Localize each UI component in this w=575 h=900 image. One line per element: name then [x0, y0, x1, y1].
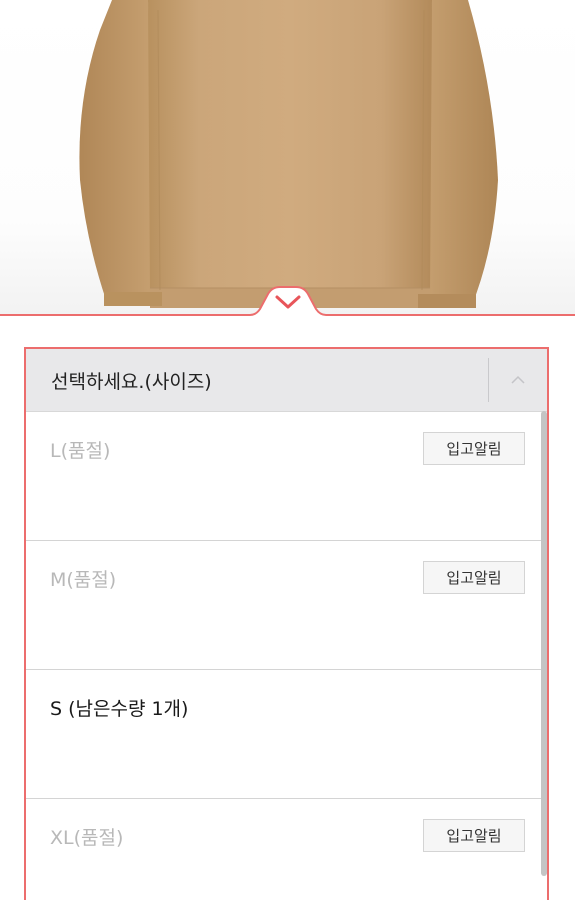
restock-notify-button[interactable]: 입고알림	[423, 432, 525, 465]
size-option-m[interactable]: M(품절) 입고알림	[26, 541, 547, 670]
size-option-xl[interactable]: XL(품절) 입고알림	[26, 799, 547, 900]
size-option-label: L(품절)	[50, 440, 111, 462]
restock-notify-button[interactable]: 입고알림	[423, 819, 525, 852]
size-option-label: S (남은수량 1개)	[50, 698, 189, 720]
collapse-button[interactable]	[489, 349, 547, 411]
restock-notify-button[interactable]: 입고알림	[423, 561, 525, 594]
chevron-up-icon	[509, 371, 527, 390]
size-option-l[interactable]: L(품절) 입고알림	[26, 412, 547, 541]
size-option-s[interactable]: S (남은수량 1개)	[26, 670, 547, 799]
size-option-list: L(품절) 입고알림 M(품절) 입고알림 S (남은수량 1개) XL(품절)…	[26, 412, 547, 900]
product-option-page: 선택하세요.(사이즈) L(품절) 입고알림 M(품절) 입고알림 S (남은수	[0, 0, 575, 900]
sweater-photo	[0, 0, 575, 316]
options-scrollbar[interactable]	[541, 411, 547, 876]
size-option-label: XL(품절)	[50, 827, 124, 849]
size-select-dropdown[interactable]: 선택하세요.(사이즈) L(품절) 입고알림 M(품절) 입고알림 S (남은수	[24, 347, 549, 900]
size-select-header[interactable]: 선택하세요.(사이즈)	[26, 349, 547, 412]
chevron-down-icon[interactable]	[272, 290, 304, 312]
size-option-label: M(품절)	[50, 569, 117, 591]
size-select-placeholder: 선택하세요.(사이즈)	[51, 370, 212, 393]
